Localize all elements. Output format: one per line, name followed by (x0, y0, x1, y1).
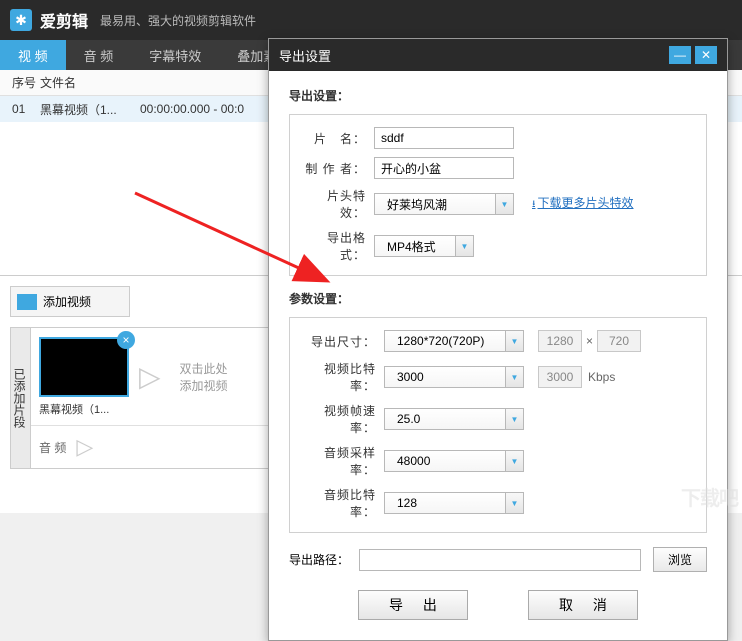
path-input[interactable] (359, 549, 641, 571)
export-fieldset: 片 名： 制 作 者： 片头特效： 好莱坞风潮▼ ⭳下载更多片头特效 导出格式：… (289, 114, 707, 276)
clip-thumbnail[interactable]: × 黑幕视频（1... (39, 337, 131, 417)
col-name: 文件名 (40, 74, 140, 91)
fps-select[interactable]: 25.0▼ (384, 408, 524, 430)
chevron-down-icon: ▼ (505, 331, 523, 351)
tab-subtitle[interactable]: 字幕特效 (131, 40, 219, 70)
clip-name: 黑幕视频（1... (39, 401, 131, 417)
chevron-down-icon: ▼ (455, 236, 473, 256)
format-select[interactable]: MP4格式▼ (374, 235, 474, 257)
add-hint[interactable]: 双击此处 添加视频 (169, 360, 239, 394)
asample-select[interactable]: 48000▼ (384, 450, 524, 472)
path-label: 导出路径： (289, 551, 349, 568)
add-video-button[interactable]: 添加视频 (10, 286, 130, 317)
cell-seq: 01 (0, 102, 40, 116)
params-section-title: 参数设置： (289, 290, 707, 307)
opening-select[interactable]: 好莱坞风潮▼ (374, 193, 514, 215)
vbitrate-label: 视频比特率： (304, 360, 376, 394)
fps-label: 视频帧速率： (304, 402, 376, 436)
chevron-down-icon: ▼ (505, 451, 523, 471)
width-display: 1280 (538, 330, 582, 352)
asample-label: 音频采样率： (304, 444, 376, 478)
arrow-right-icon: ▷ (139, 360, 161, 393)
opening-label: 片头特效： (304, 187, 366, 221)
size-label: 导出尺寸： (304, 333, 376, 350)
abitrate-label: 音频比特率： (304, 486, 376, 520)
app-logo-icon: ✱ (10, 9, 32, 31)
abitrate-select[interactable]: 128▼ (384, 492, 524, 514)
export-section-title: 导出设置： (289, 87, 707, 104)
added-clips-panel: 已添加片段 × 黑幕视频（1... ▷ 双击此处 添加视频 音 频 (10, 327, 270, 469)
dialog-title: 导出设置 (279, 46, 665, 65)
close-button[interactable]: ✕ (695, 46, 717, 64)
watermark: 下载吧 (681, 482, 738, 511)
vbitrate-display: 3000 (538, 366, 582, 388)
format-label: 导出格式： (304, 229, 366, 263)
audio-row-label: 音 频 (39, 439, 66, 456)
app-slogan: 最易用、强大的视频剪辑软件 (100, 12, 256, 29)
video-icon (17, 294, 37, 310)
minimize-button[interactable]: — (669, 46, 691, 64)
tab-video[interactable]: 视 频 (0, 40, 66, 70)
export-dialog: 导出设置 — ✕ 导出设置： 片 名： 制 作 者： 片头特效： 好莱坞风潮▼ … (268, 38, 728, 641)
params-fieldset: 导出尺寸： 1280*720(720P)▼ 1280 × 720 视频比特率： … (289, 317, 707, 533)
height-display: 720 (597, 330, 641, 352)
cancel-button[interactable]: 取 消 (528, 590, 638, 620)
browse-button[interactable]: 浏览 (653, 547, 707, 572)
app-name: 爱剪辑 (40, 8, 88, 32)
chevron-down-icon: ▼ (505, 409, 523, 429)
title-label: 片 名： (304, 130, 366, 147)
download-more-link[interactable]: ⭳下载更多片头特效 (532, 194, 634, 214)
added-clips-label: 已添加片段 (11, 328, 31, 468)
chevron-down-icon: ▼ (505, 367, 523, 387)
export-button[interactable]: 导 出 (358, 590, 468, 620)
dialog-titlebar[interactable]: 导出设置 — ✕ (269, 39, 727, 71)
vbitrate-select[interactable]: 3000▼ (384, 366, 524, 388)
size-select[interactable]: 1280*720(720P)▼ (384, 330, 524, 352)
cell-name: 黑幕视频（1... (40, 101, 140, 118)
add-video-label: 添加视频 (43, 293, 91, 310)
multiply-icon: × (586, 334, 593, 348)
chevron-down-icon: ▼ (505, 493, 523, 513)
title-input[interactable] (374, 127, 514, 149)
kbps-unit: Kbps (588, 370, 615, 384)
col-seq: 序号 (0, 74, 40, 91)
titlebar: ✱ 爱剪辑 最易用、强大的视频剪辑软件 (0, 0, 742, 40)
author-input[interactable] (374, 157, 514, 179)
remove-clip-button[interactable]: × (117, 331, 135, 349)
tab-audio[interactable]: 音 频 (66, 40, 132, 70)
author-label: 制 作 者： (304, 160, 366, 177)
download-icon: ⭳ (532, 199, 536, 210)
chevron-down-icon: ▼ (495, 194, 513, 214)
arrow-right-icon: ▷ (76, 434, 93, 460)
